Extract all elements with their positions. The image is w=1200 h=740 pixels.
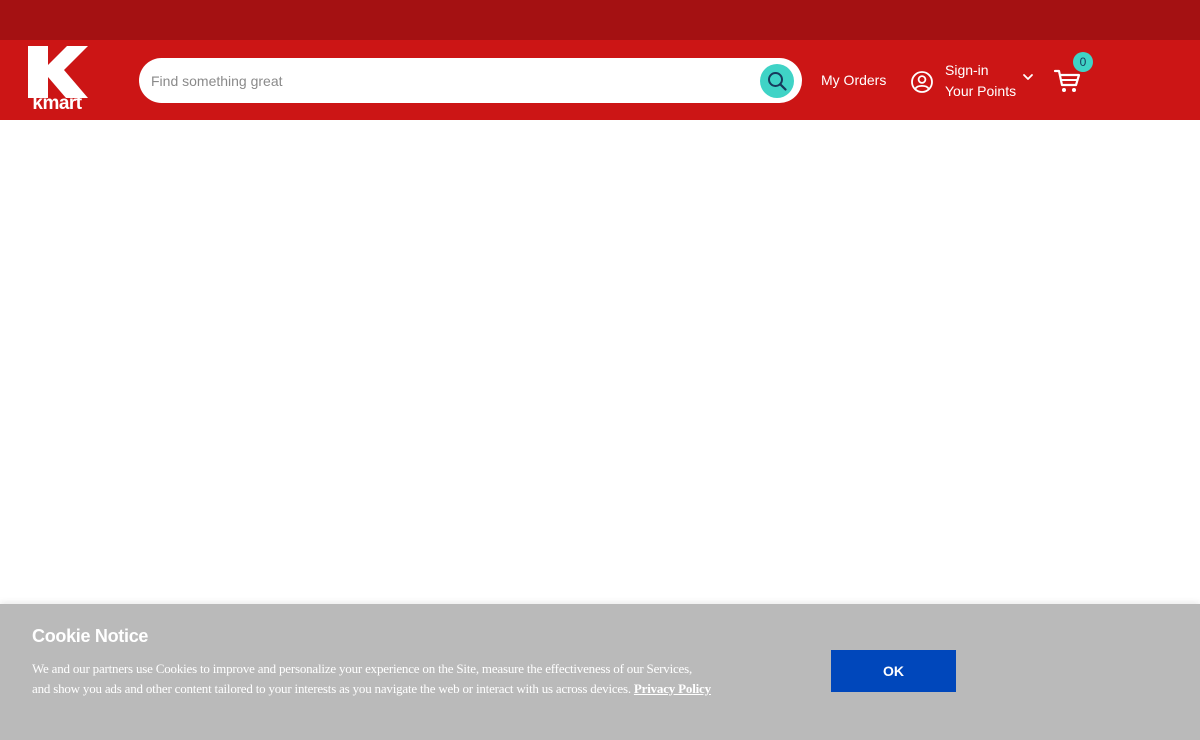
your-points-label[interactable]: Your Points: [945, 81, 1016, 102]
cookie-ok-button[interactable]: OK: [831, 650, 956, 692]
account-labels: Sign-in Your Points: [945, 60, 1016, 102]
cart-count-badge: 0: [1073, 52, 1093, 72]
top-banner: [0, 0, 1200, 40]
search-input[interactable]: [151, 58, 751, 103]
logo-wordmark: kmart: [32, 93, 82, 114]
chevron-down-icon[interactable]: [1022, 71, 1034, 83]
kmart-k-logo-icon: [28, 46, 88, 98]
cookie-notice-text: We and our partners use Cookies to impro…: [32, 659, 712, 698]
user-circle-icon: [911, 71, 933, 93]
my-orders-link[interactable]: My Orders: [821, 71, 886, 89]
site-header: kmart My Orders Sign-in Your Points: [0, 40, 1200, 120]
privacy-policy-link[interactable]: Privacy Policy: [634, 681, 711, 696]
search-button[interactable]: [760, 64, 794, 98]
cart-icon[interactable]: [1053, 68, 1081, 94]
sign-in-label[interactable]: Sign-in: [945, 60, 1016, 81]
cookie-notice-body: We and our partners use Cookies to impro…: [32, 661, 693, 696]
search-bar: [139, 58, 802, 103]
cookie-notice-banner: Cookie Notice We and our partners use Co…: [0, 604, 1200, 740]
kmart-logo[interactable]: kmart: [24, 46, 90, 114]
cookie-notice-title: Cookie Notice: [32, 626, 149, 646]
account-menu[interactable]: Sign-in Your Points: [910, 58, 1040, 104]
search-icon: [768, 72, 787, 91]
